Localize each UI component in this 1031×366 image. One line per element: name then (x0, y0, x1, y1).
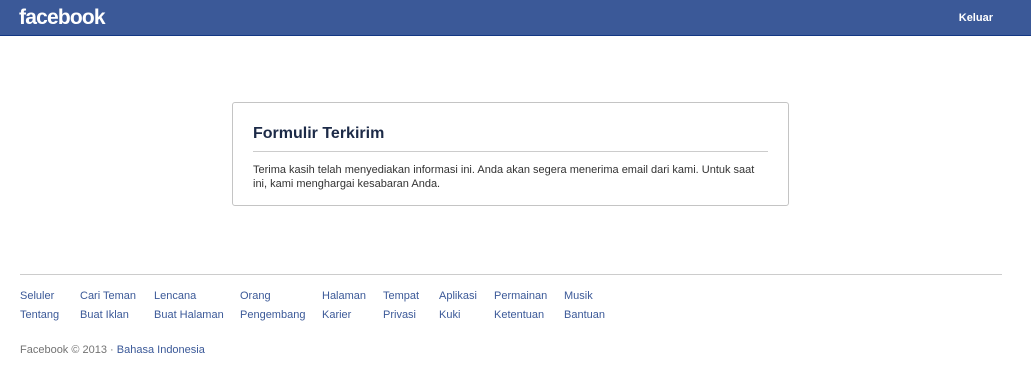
footer-link-privasi[interactable]: Privasi (383, 306, 419, 325)
facebook-logo[interactable]: facebook (19, 5, 106, 31)
footer-divider (20, 274, 1002, 275)
footer-link-ketentuan[interactable]: Ketentuan (494, 306, 547, 325)
footer-column: Aplikasi Kuki (439, 287, 477, 325)
copyright-text: Facebook © 2013 · (20, 344, 117, 356)
logout-link[interactable]: Keluar (959, 12, 993, 24)
footer-column: Lencana Buat Halaman (154, 287, 224, 325)
footer-column: Halaman Karier (322, 287, 366, 325)
language-link[interactable]: Bahasa Indonesia (117, 344, 205, 356)
footer-link-bantuan[interactable]: Bantuan (564, 306, 605, 325)
card-divider (253, 151, 768, 152)
footer-column: Orang Pengembang (240, 287, 305, 325)
footer-link-permainan[interactable]: Permainan (494, 287, 547, 306)
card-message: Terima kasih telah menyediakan informasi… (253, 164, 755, 190)
footer-link-karier[interactable]: Karier (322, 306, 366, 325)
footer-link-buat-iklan[interactable]: Buat Iklan (80, 306, 136, 325)
footer-link-pengembang[interactable]: Pengembang (240, 306, 305, 325)
card-title: Formulir Terkirim (253, 125, 385, 142)
footer-link-buat-halaman[interactable]: Buat Halaman (154, 306, 224, 325)
footer-link-tempat[interactable]: Tempat (383, 287, 419, 306)
footer-link-aplikasi[interactable]: Aplikasi (439, 287, 477, 306)
footer-link-cari-teman[interactable]: Cari Teman (80, 287, 136, 306)
footer-link-halaman[interactable]: Halaman (322, 287, 366, 306)
copyright: Facebook © 2013 · Bahasa Indonesia (20, 344, 205, 356)
footer-link-lencana[interactable]: Lencana (154, 287, 224, 306)
footer-link-musik[interactable]: Musik (564, 287, 605, 306)
footer-column: Cari Teman Buat Iklan (80, 287, 136, 325)
footer-column: Seluler Tentang (20, 287, 59, 325)
footer-column: Permainan Ketentuan (494, 287, 547, 325)
footer-link-seluler[interactable]: Seluler (20, 287, 59, 306)
footer-column: Musik Bantuan (564, 287, 605, 325)
top-bar: facebook Keluar (0, 0, 1031, 36)
footer-link-tentang[interactable]: Tentang (20, 306, 59, 325)
footer-column: Tempat Privasi (383, 287, 419, 325)
confirmation-card: Formulir Terkirim Terima kasih telah men… (232, 102, 789, 206)
footer-link-kuki[interactable]: Kuki (439, 306, 477, 325)
footer-link-orang[interactable]: Orang (240, 287, 305, 306)
